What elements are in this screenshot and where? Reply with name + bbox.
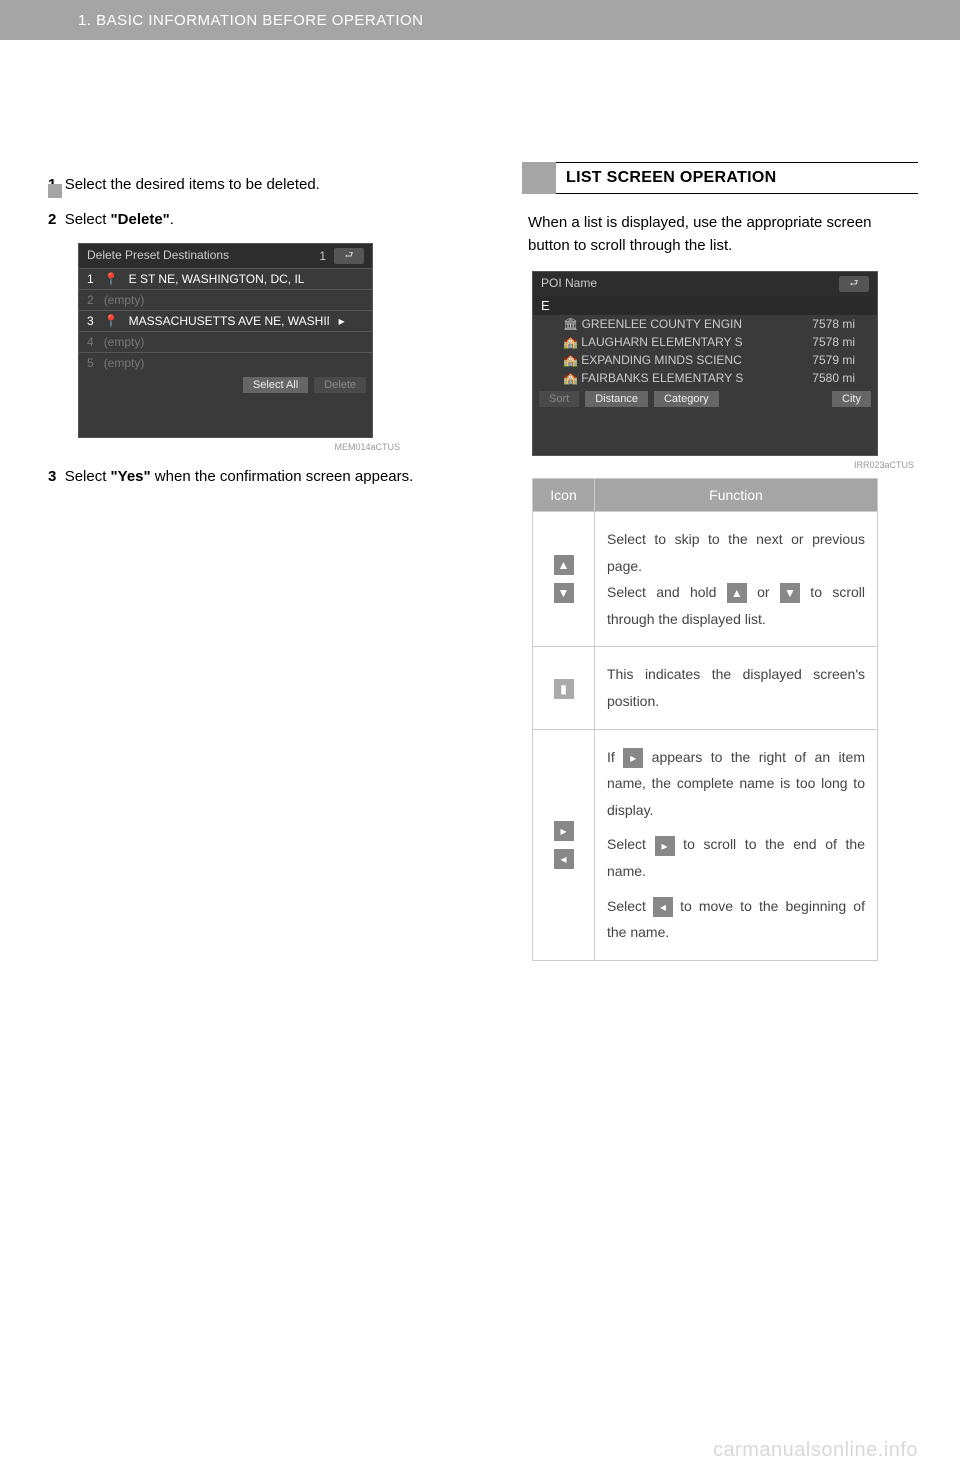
delete-ss-title: Delete Preset Destinations [87,248,229,264]
step-3-prefix: Select [65,468,111,485]
page-up-icon: ▲ [727,583,747,603]
poi-dist: 7580 mi [812,371,855,385]
back-icon[interactable]: ⮐ [334,248,364,264]
breadcrumb: 1. BASIC INFORMATION BEFORE OPERATION [78,12,423,29]
func-line: If ▸ appears to the right of an item nam… [607,744,865,824]
page-down-icon[interactable]: ▼ [554,583,574,603]
scroll-left-icon[interactable]: ◂ [554,849,574,869]
step-2-prefix: Select [65,211,111,228]
step-2-bold: "Delete" [111,211,170,228]
row-num: 1 [87,272,94,286]
row-num: 4 [87,335,94,349]
function-cell: This indicates the displayed screen's po… [595,647,878,729]
poi-row-3[interactable]: 🏫 EXPANDING MINDS SCIENC7579 mi [533,351,877,369]
step-1-body: Select the desired items to be deleted. [65,176,320,193]
page-up-icon[interactable]: ▲ [554,555,574,575]
row-text: (empty) [104,335,145,349]
table-row: ▲ ▼ Select to skip to the next or previo… [533,512,878,647]
step-2-suffix: . [170,211,174,228]
page-content: 1 Select the desired items to be deleted… [0,40,960,961]
delete-button[interactable]: Delete [314,377,366,393]
poi-screenshot-credit: IRR023aCTUS [522,460,918,470]
row-text: MASSACHUSETTS AVE NE, WASHINGTON, [129,314,329,328]
heading-block-icon [522,162,556,194]
position-indicator-icon: ▮ [554,679,574,699]
icon-cell: ▸ ◂ [533,729,595,960]
intro-text: When a list is displayed, use the approp… [522,212,918,257]
scroll-left-icon: ◂ [653,897,673,917]
page-down-icon: ▼ [780,583,800,603]
table-row: ▸ ◂ If ▸ appears to the right of an item… [533,729,878,960]
poi-name: LAUGHARN ELEMENTARY S [581,335,742,349]
row-num: 3 [87,314,94,328]
poi-dist: 7579 mi [812,353,855,367]
func-line: Select ◂ to move to the beginning of the… [607,893,865,946]
icon-cell: ▮ [533,647,595,729]
section-heading: LIST SCREEN OPERATION [522,162,918,194]
step-3-text: 3 Select "Yes" when the confirmation scr… [42,466,438,489]
step-1-text: 1 Select the desired items to be deleted… [42,174,438,197]
city-button[interactable]: City [832,391,871,407]
poi-sortbar: Sort Distance Category City [533,387,877,411]
func-line: Select to skip to the next or previous p… [607,526,865,579]
page-header: 1. BASIC INFORMATION BEFORE OPERATION [0,0,960,40]
table-head-icon: Icon [533,479,595,512]
poi-name: FAIRBANKS ELEMENTARY S [581,371,743,385]
step-3-bold: "Yes" [111,468,151,485]
poi-row-1[interactable]: 🏛 GREENLEE COUNTY ENGIN7578 mi [533,315,877,333]
sort-button[interactable]: Sort [539,391,579,407]
step-2-text: 2 Select "Delete". [42,209,438,232]
step-3-suffix: when the confirmation screen appears. [151,468,414,485]
section-title: LIST SCREEN OPERATION [556,162,918,194]
table-head-function: Function [595,479,878,512]
right-column: LIST SCREEN OPERATION When a list is dis… [480,40,960,961]
distance-button[interactable]: Distance [585,391,648,407]
poi-ss-header: POI Name ⮐ [533,272,877,296]
preset-row-1[interactable]: 1📍E ST NE, WASHINGTON, DC, IL [79,268,372,289]
watermark: carmanualsonline.info [713,1439,918,1462]
category-button[interactable]: Category [654,391,719,407]
row-num: 2 [87,293,94,307]
delete-preset-screenshot: Delete Preset Destinations 1 ⮐ 1📍E ST NE… [78,243,373,438]
overflow-icon: ▸ [623,748,643,768]
delete-ss-header: Delete Preset Destinations 1 ⮐ [79,244,372,268]
preset-row-2[interactable]: 2 (empty) [79,289,372,310]
bullet-square-icon [48,184,62,198]
poi-name: EXPANDING MINDS SCIENC [581,353,741,367]
overflow-icon: ▸ [339,314,345,328]
row-num: 5 [87,356,94,370]
icon-function-table: Icon Function ▲ ▼ Select to skip to the … [532,478,878,961]
preset-row-3[interactable]: 3📍MASSACHUSETTS AVE NE, WASHINGTON,▸ [79,310,372,331]
poi-row-2[interactable]: 🏫 LAUGHARN ELEMENTARY S7578 mi [533,333,877,351]
poi-name: GREENLEE COUNTY ENGIN [582,317,742,331]
delete-ss-pagebadge: 1 [319,249,326,263]
poi-screenshot: POI Name ⮐ E 🏛 GREENLEE COUNTY ENGIN7578… [532,271,878,456]
scroll-right-icon[interactable]: ▸ [554,821,574,841]
poi-dist: 7578 mi [812,335,855,349]
table-row: ▮ This indicates the displayed screen's … [533,647,878,729]
back-icon[interactable]: ⮐ [839,276,869,292]
row-text: (empty) [104,356,145,370]
preset-row-4[interactable]: 4 (empty) [79,331,372,352]
function-cell: Select to skip to the next or previous p… [595,512,878,647]
poi-input-value[interactable]: E [541,298,550,313]
row-text: (empty) [104,293,145,307]
preset-row-5[interactable]: 5 (empty) [79,352,372,373]
poi-title: POI Name [541,276,597,292]
poi-dist: 7578 mi [812,317,855,331]
left-column: 1 Select the desired items to be deleted… [0,40,480,961]
row-text: E ST NE, WASHINGTON, DC, IL [129,272,305,286]
icon-cell: ▲ ▼ [533,512,595,647]
scroll-right-icon: ▸ [655,836,675,856]
func-line: Select ▸ to scroll to the end of the nam… [607,831,865,884]
screenshot-credit: MEM014aCTUS [42,442,438,452]
select-all-button[interactable]: Select All [243,377,308,393]
poi-row-4[interactable]: 🏫 FAIRBANKS ELEMENTARY S7580 mi [533,369,877,387]
function-cell: If ▸ appears to the right of an item nam… [595,729,878,960]
func-line: Select and hold ▲ or ▼ to scroll through… [607,579,865,632]
